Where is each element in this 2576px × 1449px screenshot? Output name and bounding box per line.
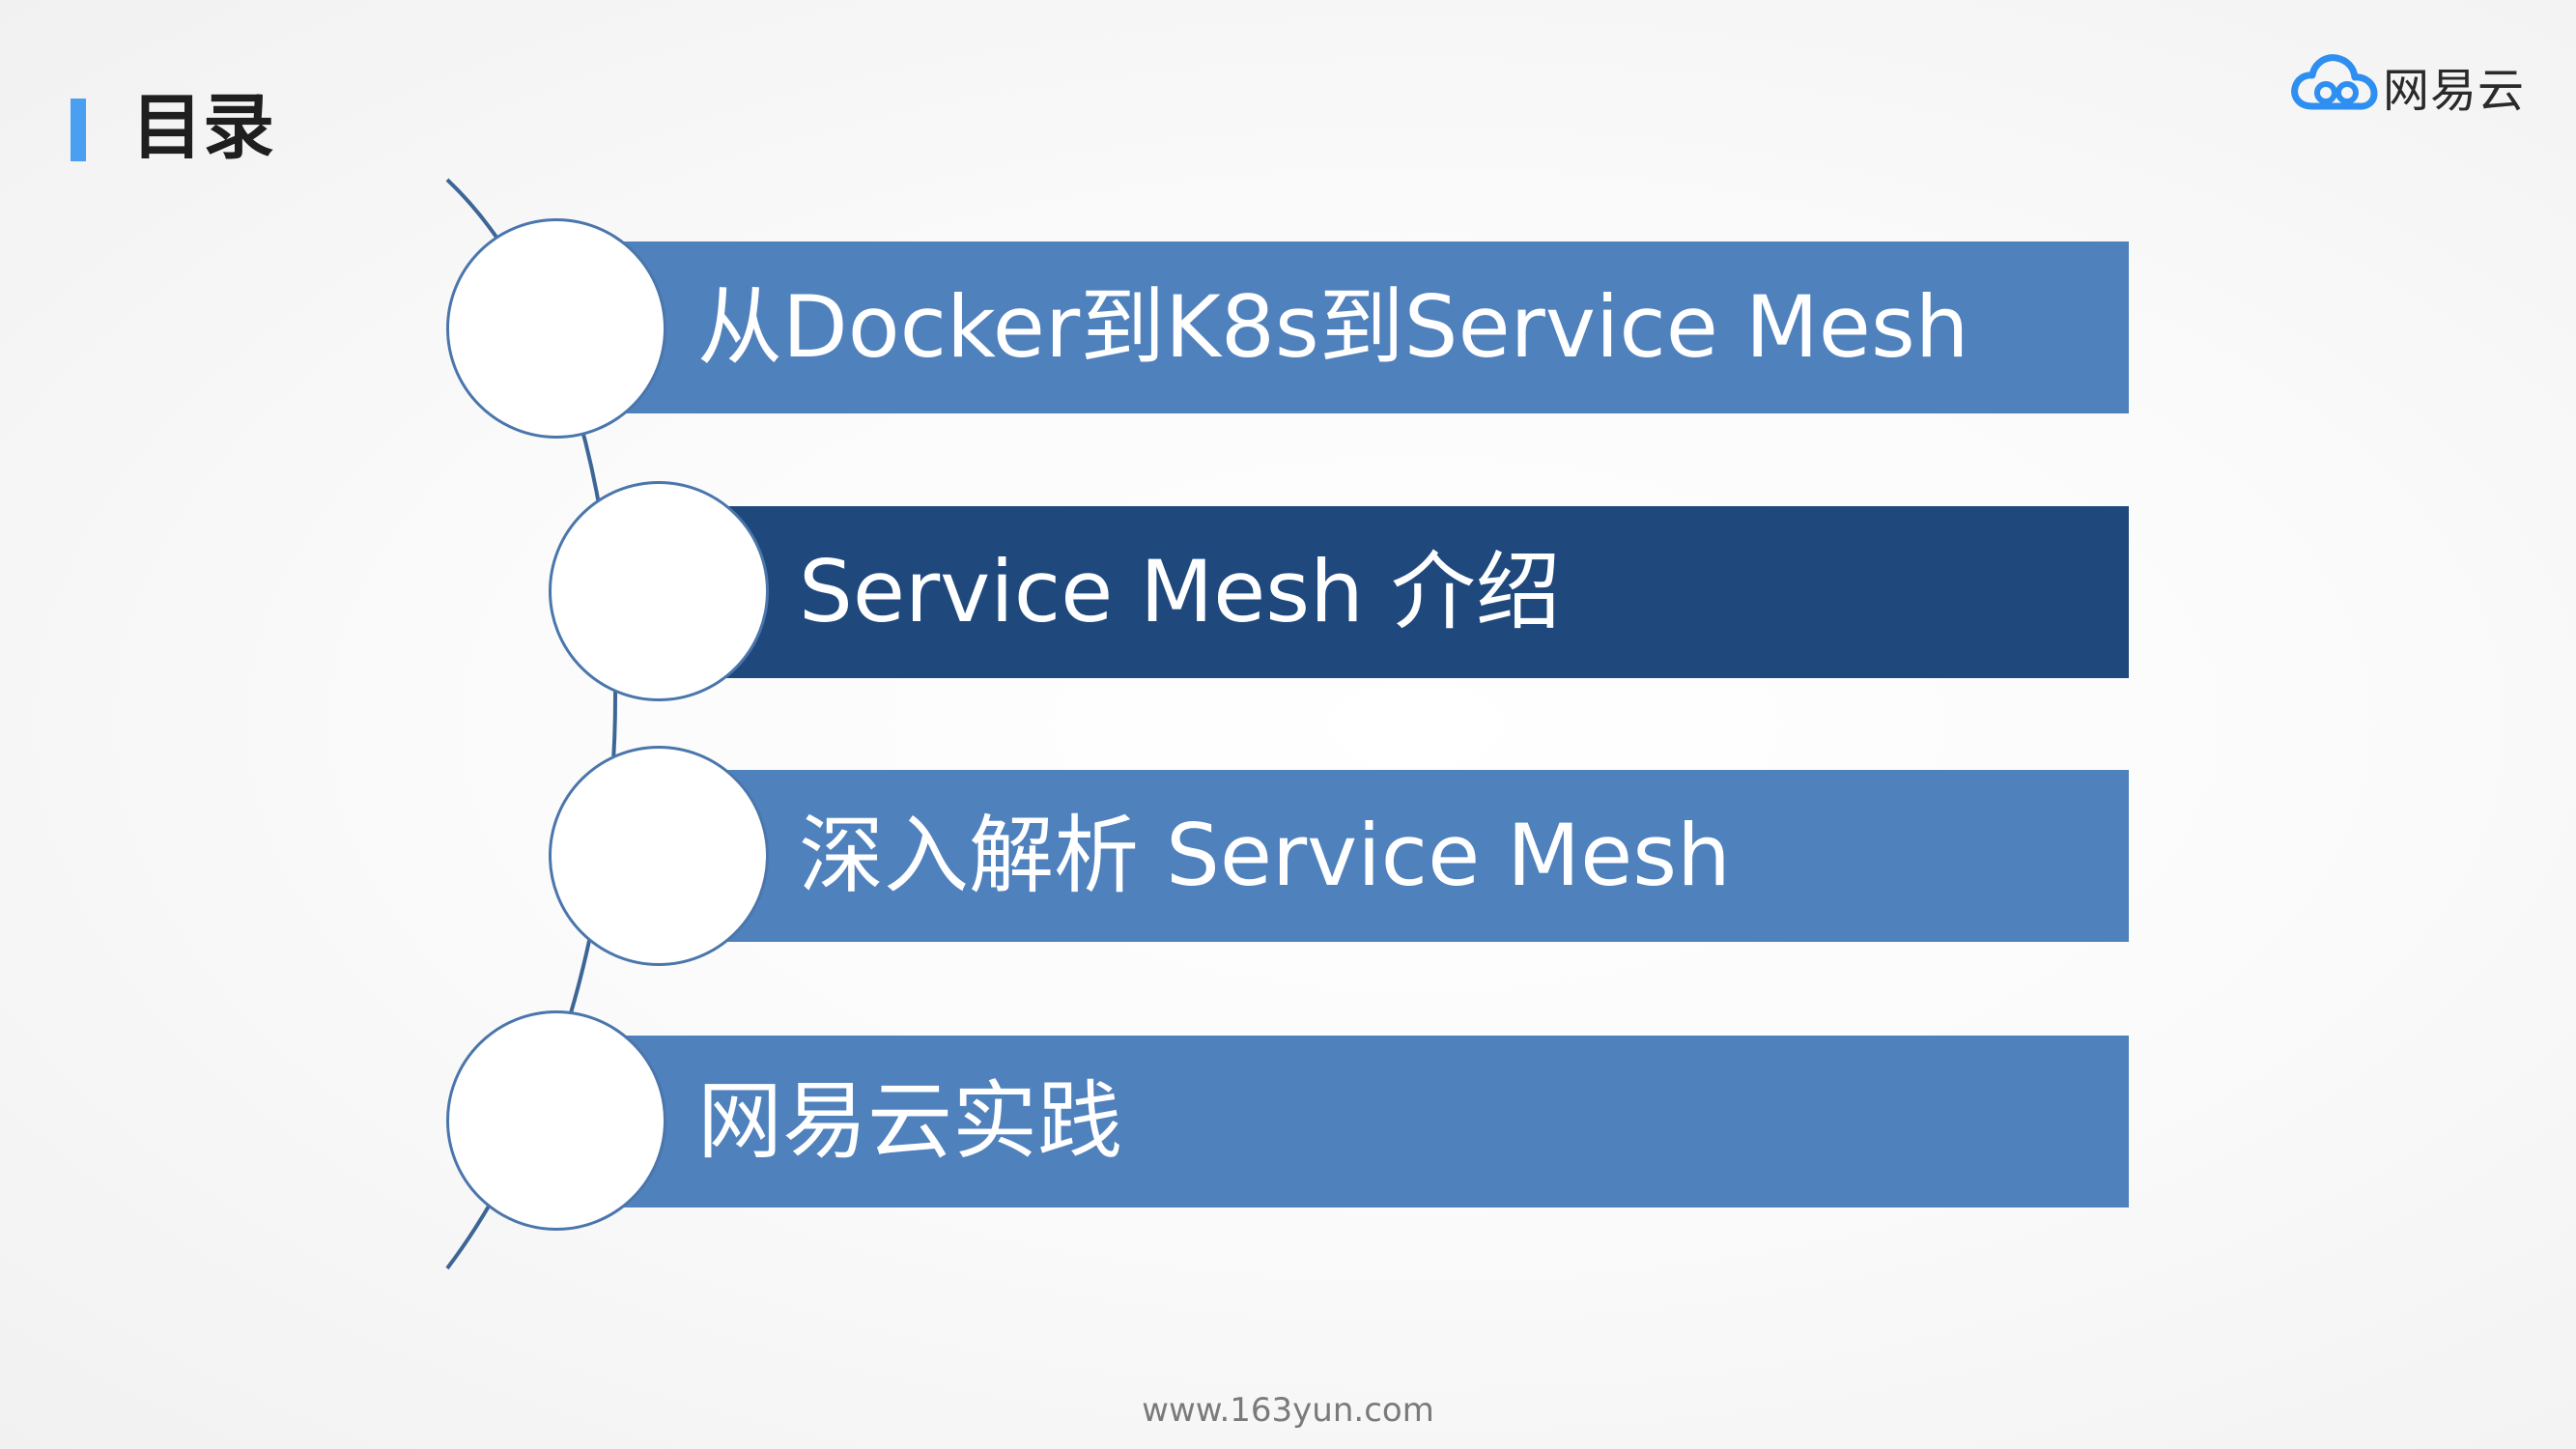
toc-item-label: 网易云实践 — [697, 1071, 1123, 1171]
timeline-connector — [445, 178, 617, 1270]
footer-url: www.163yun.com — [1142, 1391, 1434, 1430]
toc-item-4-circle — [446, 1010, 666, 1231]
toc-item-label: Service Mesh 介绍 — [799, 542, 1561, 641]
toc-item-2[interactable]: Service Mesh 介绍 — [599, 506, 2129, 678]
toc-item-2-circle — [549, 481, 769, 701]
toc-item-label: 深入解析 Service Mesh — [799, 806, 1731, 905]
toc-item-1-circle — [446, 218, 666, 439]
toc-item-4[interactable]: 网易云实践 — [599, 1036, 2129, 1208]
toc-item-1[interactable]: 从Docker到K8s到Service Mesh — [599, 242, 2129, 413]
toc-item-3-circle — [549, 746, 769, 966]
toc-item-3[interactable]: 深入解析 Service Mesh — [599, 770, 2129, 942]
toc-item-label: 从Docker到K8s到Service Mesh — [697, 277, 1969, 377]
